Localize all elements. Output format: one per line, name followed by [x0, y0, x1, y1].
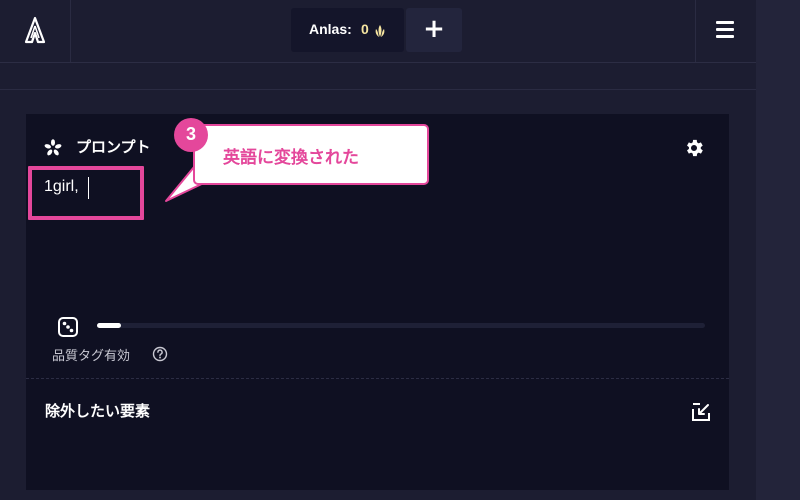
- topbar-divider: [695, 0, 696, 62]
- logo-icon[interactable]: [22, 16, 48, 46]
- import-icon[interactable]: [690, 401, 712, 423]
- help-circle-icon[interactable]: [152, 346, 168, 362]
- anlas-coin-icon: [373, 23, 387, 37]
- gear-icon[interactable]: [683, 137, 705, 159]
- buy-anlas-button[interactable]: +: [406, 8, 462, 52]
- panel-divider: [26, 378, 729, 379]
- sub-bar: [0, 63, 756, 90]
- hamburger-menu-icon[interactable]: [712, 19, 738, 41]
- anlas-value: 0: [361, 21, 369, 37]
- prompt-title: プロンプト: [76, 138, 151, 156]
- topbar-divider: [70, 0, 71, 62]
- step-number: 3: [185, 124, 196, 144]
- plus-label: +: [423, 14, 445, 44]
- highlight-box: [28, 166, 144, 220]
- quality-tags-label: 品質タグ有効: [52, 349, 131, 364]
- sparkle-icon: [43, 138, 63, 158]
- callout-text: 英語に変換された: [223, 148, 359, 168]
- quality-slider[interactable]: [97, 323, 705, 328]
- quality-slider-fill: [97, 323, 121, 328]
- negative-prompt-title: 除外したい要素: [45, 402, 151, 420]
- dice-icon[interactable]: [57, 316, 79, 338]
- anlas-label: Anlas:: [309, 21, 352, 37]
- step-badge: 3: [174, 118, 208, 152]
- right-scroll-strip: [756, 0, 800, 500]
